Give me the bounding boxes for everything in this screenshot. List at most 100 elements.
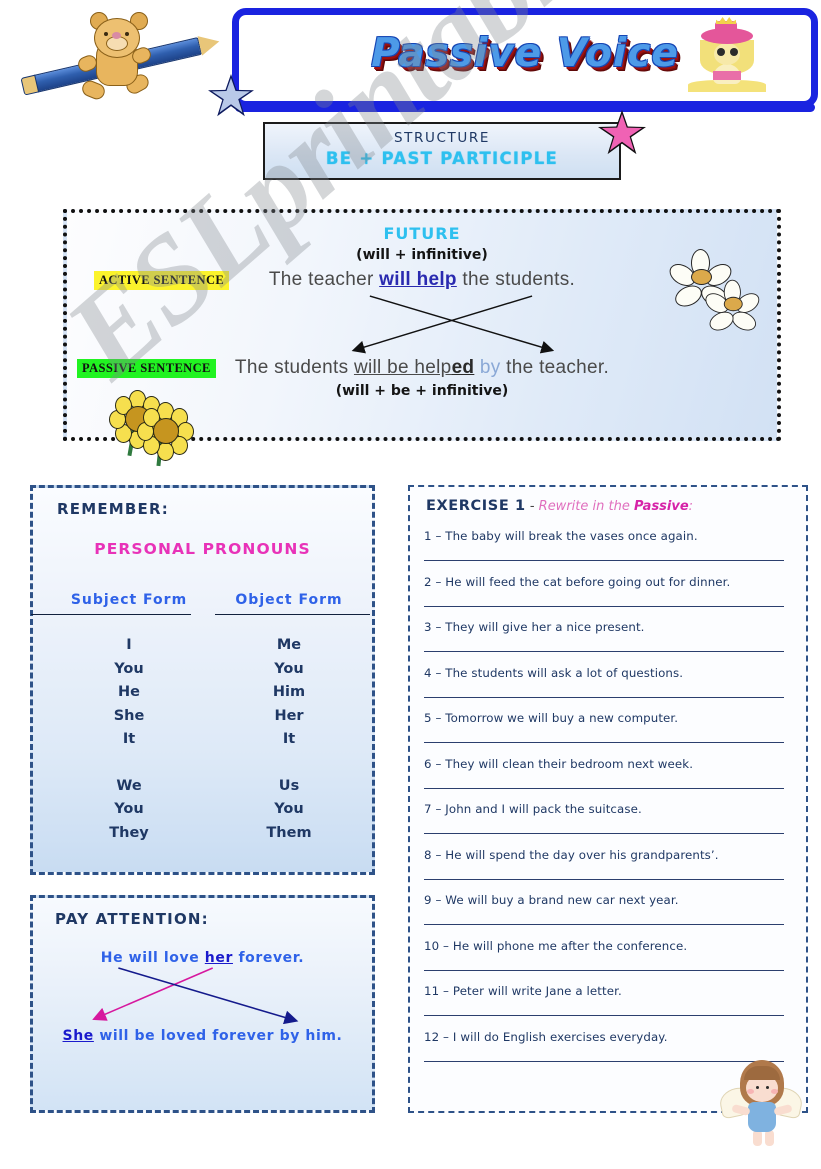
exercise-sentence: 11 – Peter will write Jane a letter. <box>424 984 622 998</box>
structure-label: STRUCTURE <box>394 130 490 146</box>
personal-pronouns-title: PERSONAL PRONOUNS <box>94 540 311 558</box>
exercise-item: 1 – The baby will break the vases once a… <box>424 529 796 575</box>
pronoun-item: We <box>116 777 142 794</box>
answer-line[interactable] <box>424 969 784 971</box>
exercise-item: 5 – Tomorrow we will buy a new computer. <box>424 711 796 757</box>
exercise-sentence: 8 – He will spend the day over his grand… <box>424 847 719 862</box>
passive-example-sentence: The students will be helped by the teach… <box>67 357 777 379</box>
sunflowers-clipart <box>104 390 196 472</box>
answer-line[interactable] <box>424 1015 784 1016</box>
remember-box: REMEMBER: PERSONAL PRONOUNS Subject Form… <box>30 485 375 875</box>
pronoun-item: It <box>122 731 136 747</box>
pronoun-item: You <box>274 801 304 817</box>
bear-eye-left <box>104 32 108 36</box>
exercise-item: 4 – The students will ask a lot of quest… <box>424 666 796 712</box>
instruction-post: : <box>688 499 694 514</box>
instruction-pre: Rewrite in the <box>538 499 634 514</box>
object-pronoun-column: Me You Him Her It Us You Them <box>209 634 369 845</box>
object-header-rule <box>215 614 370 615</box>
exercise-item: 10 – He will phone me after the conferen… <box>424 939 796 985</box>
exercise-sentence: 6 – They will clean their bedroom next w… <box>424 756 694 771</box>
sunflower-2 <box>137 402 194 461</box>
fairy-dress <box>748 1102 776 1132</box>
exercise-sentence: 9 – We will buy a brand new car next yea… <box>424 893 679 907</box>
bear-nose <box>112 32 121 39</box>
fairy-eye-right <box>766 1086 769 1089</box>
exercise-sentence: 1 – The baby will break the vases once a… <box>424 529 698 543</box>
pronoun-item: She <box>113 707 145 724</box>
fairy-girl-clipart <box>717 1058 805 1150</box>
fairy-cheek-right <box>771 1089 778 1094</box>
subject-pronoun-column: I You He She It We You They <box>49 634 209 845</box>
blue-star-icon <box>208 74 254 118</box>
passive-pre: The students <box>234 357 354 378</box>
subject-header-rule <box>31 614 191 615</box>
passive-verb-ending: ed <box>451 357 475 378</box>
pronoun-item: I <box>126 637 132 653</box>
pronoun-group-gap <box>49 752 209 775</box>
pronoun-item: Her <box>274 707 304 724</box>
pronoun-item: Me <box>276 637 302 653</box>
daisy-flowers-clipart <box>665 249 763 337</box>
answer-line[interactable] <box>424 878 784 880</box>
exercise-sentence: 12 – I will do English exercises everyda… <box>424 1029 668 1044</box>
att-passive-subject: She <box>62 1028 94 1044</box>
girl-sunglass-left <box>717 48 725 56</box>
att-active-post: forever. <box>232 950 305 966</box>
fairy-eye-left <box>756 1086 759 1089</box>
exercise-sentence: 2 – He will feed the cat before going ou… <box>424 574 731 589</box>
passive-post: the teacher. <box>506 357 610 378</box>
pink-star-icon <box>598 110 646 156</box>
pronoun-item: Us <box>278 777 300 794</box>
answer-line[interactable] <box>424 787 784 789</box>
answer-line[interactable] <box>424 833 784 834</box>
active-verb-highlight: will help <box>379 269 457 290</box>
answer-line[interactable] <box>424 560 784 561</box>
pronoun-item: He <box>118 684 140 700</box>
bear-eye-right <box>125 32 129 36</box>
attention-active-sentence: He will love her forever. <box>33 950 372 966</box>
attention-passive-sentence: She will be loved forever by him. <box>33 1028 372 1044</box>
exercise-item-list: 1 – The baby will break the vases once a… <box>424 529 796 1075</box>
bear-with-pencil-clipart <box>22 10 222 110</box>
fairy-bangs <box>744 1066 780 1080</box>
exercise-sentence: 4 – The students will ask a lot of quest… <box>424 665 684 680</box>
answer-line[interactable] <box>424 651 784 652</box>
exercise-item: 2 – He will feed the cat before going ou… <box>424 575 796 621</box>
passive-by-word: by <box>474 357 507 378</box>
girl-sunglass-right <box>730 48 738 56</box>
fairy-leg-left <box>753 1130 762 1146</box>
exercise-item: 9 – We will buy a brand new car next yea… <box>424 893 796 939</box>
active-pre: The teacher <box>268 269 380 290</box>
pronoun-item: You <box>274 660 304 677</box>
answer-line[interactable] <box>424 924 784 925</box>
worksheet-page: ESLprintables.com Passive Voice STRUCTUR… <box>0 0 821 1169</box>
exercise-item: 11 – Peter will write Jane a letter. <box>424 984 796 1030</box>
exercise-sentence: 7 – John and I will pack the suitcase. <box>424 802 642 816</box>
passive-verb-underline: will be help <box>353 357 452 378</box>
pronoun-item: Them <box>266 824 312 841</box>
answer-line[interactable] <box>424 742 784 743</box>
fairy-leg-right <box>765 1130 774 1146</box>
att-passive-post: will be loved forever by him. <box>93 1028 343 1044</box>
exercise-sentence: 3 – They will give her a nice present. <box>424 620 645 634</box>
answer-line[interactable] <box>424 696 784 698</box>
exercise-instruction: Rewrite in the Passive: <box>539 499 693 514</box>
subject-form-header: Subject Form <box>70 592 188 608</box>
remember-title: REMEMBER: <box>57 500 169 518</box>
future-heading: FUTURE <box>383 224 461 243</box>
pay-attention-title: PAY ATTENTION: <box>55 910 209 928</box>
exercise-item: 8 – He will spend the day over his grand… <box>424 848 796 894</box>
answer-line[interactable] <box>424 605 784 607</box>
structure-box: STRUCTURE BE + PAST PARTICIPLE <box>263 122 621 180</box>
pronoun-item: Him <box>272 684 306 700</box>
exercise-item: 3 – They will give her a nice present. <box>424 620 796 666</box>
daisy-small <box>701 279 763 335</box>
att-active-pre: He will love <box>100 950 205 966</box>
exercise-title: EXERCISE 1 <box>426 498 526 514</box>
att-active-object: her <box>204 950 233 966</box>
exercise-item: 7 – John and I will pack the suitcase. <box>424 802 796 848</box>
exercise-sentence: 10 – He will phone me after the conferen… <box>424 938 688 953</box>
attention-transformation-arrows <box>92 967 299 1025</box>
girl-swimsuit <box>713 71 741 80</box>
